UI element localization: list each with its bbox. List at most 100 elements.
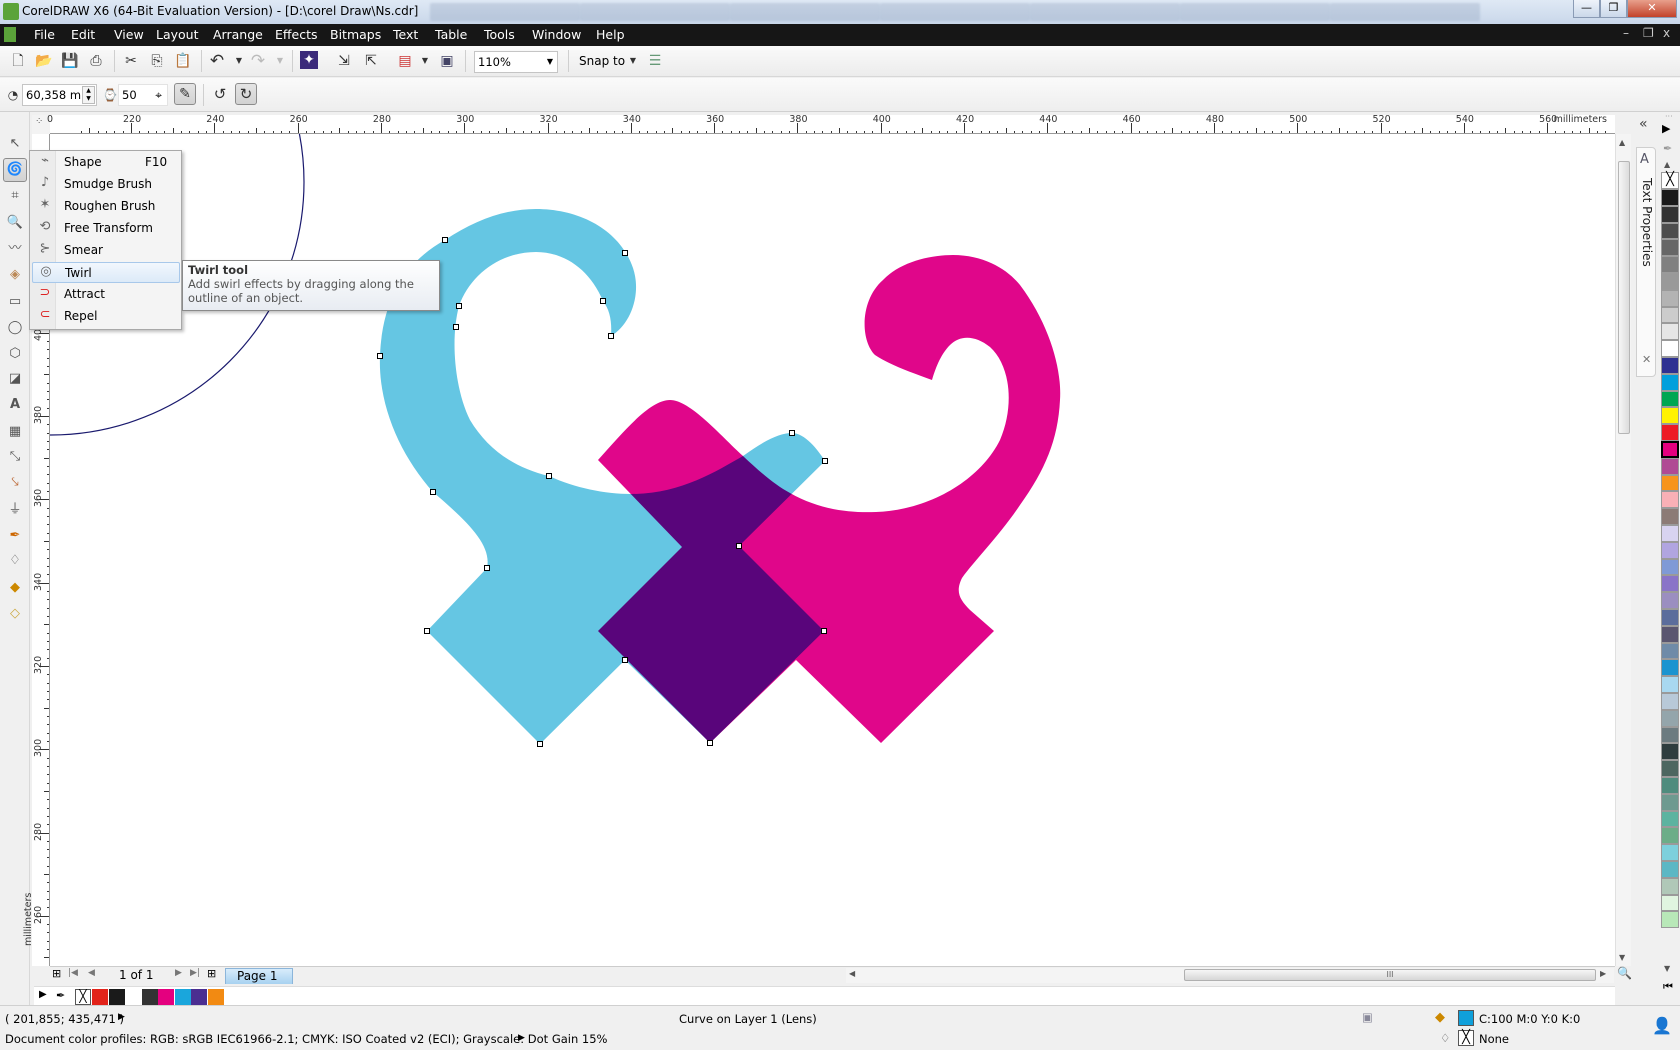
- add-page-before-icon[interactable]: ⊞: [52, 967, 61, 980]
- undo-icon[interactable]: ↶: [207, 51, 227, 71]
- palette-swatch[interactable]: [1661, 424, 1679, 441]
- drawing-canvas[interactable]: [50, 134, 1615, 966]
- scroll-up-icon[interactable]: ▲: [1619, 138, 1625, 147]
- export-icon[interactable]: ⇱: [361, 51, 381, 71]
- palette-swatch[interactable]: [1661, 726, 1679, 744]
- ellipse-tool-icon[interactable]: ◯: [5, 318, 25, 338]
- palette-swatch[interactable]: [1661, 861, 1679, 878]
- document-palette-swatch[interactable]: [108, 989, 125, 1005]
- flyout-item-free-transform[interactable]: ⟲ Free Transform: [32, 218, 180, 239]
- doc-close-icon[interactable]: x: [1663, 26, 1670, 40]
- vertical-scroll-thumb[interactable]: [1618, 161, 1630, 434]
- scroll-right-icon[interactable]: ▶: [1600, 969, 1606, 978]
- palette-swatch[interactable]: [1661, 558, 1679, 576]
- twirl-tool-icon[interactable]: 🌀: [3, 158, 27, 182]
- zoom-navigator-icon[interactable]: 🔍: [1617, 966, 1632, 980]
- color-proof-icon[interactable]: ▣: [1362, 1010, 1373, 1024]
- welcome-screen-icon[interactable]: ▣: [437, 51, 457, 71]
- zoom-level-select[interactable]: 110% ▼: [474, 51, 558, 73]
- palette-swatch[interactable]: [1661, 709, 1679, 727]
- menu-table[interactable]: Table: [435, 27, 467, 42]
- document-no-color-swatch[interactable]: ╳: [75, 989, 91, 1005]
- vertical-scrollbar[interactable]: ▲ ▼: [1615, 134, 1631, 966]
- palette-scroll-down-icon[interactable]: ▼: [1664, 964, 1670, 973]
- next-page-icon[interactable]: ▶: [175, 968, 182, 978]
- flyout-item-attract[interactable]: ⊃ Attract: [32, 284, 180, 305]
- palette-swatch[interactable]: [1661, 894, 1679, 912]
- counterclockwise-twirl-icon[interactable]: ↺: [210, 84, 230, 104]
- palette-swatch[interactable]: [1661, 743, 1679, 761]
- palette-swatch[interactable]: [1661, 306, 1679, 324]
- outline-pen-tool-icon[interactable]: ♢: [5, 551, 25, 571]
- doc-minimize-icon[interactable]: –: [1623, 26, 1629, 40]
- redo-icon[interactable]: ↷: [248, 51, 268, 71]
- palette-swatch[interactable]: [1661, 642, 1679, 660]
- crop-tool-icon[interactable]: ⌗: [5, 186, 25, 206]
- menu-tools[interactable]: Tools: [484, 27, 515, 42]
- palette-swatch[interactable]: [1661, 609, 1679, 626]
- flyout-item-roughen-brush[interactable]: ✶ Roughen Brush: [32, 196, 180, 217]
- palette-swatch[interactable]: [1661, 525, 1679, 542]
- no-color-swatch[interactable]: ╳: [1661, 172, 1679, 189]
- app-icon[interactable]: [4, 27, 16, 42]
- palette-swatch[interactable]: [1661, 407, 1679, 425]
- restore-button[interactable]: ❐: [1600, 0, 1627, 18]
- blend-tool-icon[interactable]: ⏚: [5, 500, 25, 520]
- palette-swatch[interactable]: [1661, 373, 1679, 391]
- twirl-speed-input[interactable]: 50 ⌖: [118, 84, 168, 106]
- table-tool-icon[interactable]: ▦: [5, 422, 25, 442]
- text-tool-icon[interactable]: A: [5, 395, 25, 415]
- palette-scroll-up-icon[interactable]: ▲: [1664, 160, 1670, 169]
- polygon-tool-icon[interactable]: ⬡: [5, 344, 25, 364]
- document-palette-swatch[interactable]: [141, 989, 158, 1005]
- document-palette-menu-icon[interactable]: ▶: [39, 989, 47, 1000]
- snap-to-button[interactable]: Snap to: [579, 54, 625, 68]
- palette-swatch[interactable]: [1661, 441, 1679, 458]
- basic-shapes-tool-icon[interactable]: ◪: [5, 369, 25, 389]
- palette-swatch[interactable]: [1661, 777, 1679, 794]
- freehand-tool-icon[interactable]: 〰: [5, 239, 25, 259]
- menu-file[interactable]: File: [34, 27, 55, 42]
- palette-swatch[interactable]: [1661, 592, 1679, 609]
- palette-swatch[interactable]: [1661, 827, 1679, 845]
- redo-dropdown-icon[interactable]: ▼: [270, 51, 290, 71]
- menu-bitmaps[interactable]: Bitmaps: [330, 27, 381, 42]
- doc-restore-icon[interactable]: ❐: [1643, 26, 1654, 40]
- open-icon[interactable]: 📂: [34, 51, 54, 71]
- pen-pressure-button[interactable]: ✎: [174, 83, 196, 105]
- document-palette-swatch[interactable]: [207, 989, 224, 1005]
- copy-icon[interactable]: ⎘: [147, 51, 167, 71]
- palette-swatch[interactable]: [1661, 239, 1679, 257]
- color-profiles-menu-icon[interactable]: ▶: [518, 1033, 525, 1043]
- scroll-down-icon[interactable]: ▼: [1619, 953, 1625, 962]
- smart-fill-tool-icon[interactable]: ◈: [5, 265, 25, 285]
- pick-tool-icon[interactable]: ↖: [5, 134, 25, 154]
- scroll-left-icon[interactable]: ◀: [849, 969, 855, 978]
- palette-swatch[interactable]: [1661, 760, 1679, 777]
- close-docker-button[interactable]: ✕: [1642, 353, 1651, 366]
- palette-swatch[interactable]: [1661, 911, 1679, 929]
- first-page-icon[interactable]: |◀: [68, 968, 78, 978]
- interactive-fill-tool-icon[interactable]: ◇: [5, 604, 25, 624]
- page-tab-1[interactable]: Page 1: [225, 968, 293, 984]
- palette-swatch[interactable]: [1661, 491, 1679, 509]
- user-account-icon[interactable]: 👤: [1652, 1016, 1672, 1035]
- close-button[interactable]: ✕: [1627, 0, 1677, 18]
- menu-arrange[interactable]: Arrange: [213, 27, 263, 42]
- snap-to-dropdown-icon[interactable]: ▼: [623, 51, 643, 71]
- outline-none-swatch[interactable]: ╳: [1458, 1030, 1474, 1046]
- flyout-item-shape[interactable]: ⌁ Shape F10: [32, 152, 180, 173]
- palette-swatch[interactable]: [1661, 844, 1679, 861]
- document-palette-swatch[interactable]: [191, 989, 207, 1005]
- palette-swatch[interactable]: [1661, 793, 1679, 811]
- menu-text[interactable]: Text: [393, 27, 418, 42]
- save-icon[interactable]: 💾: [60, 51, 80, 71]
- palette-swatch[interactable]: [1661, 222, 1679, 240]
- menu-layout[interactable]: Layout: [156, 27, 199, 42]
- previous-page-icon[interactable]: ◀: [88, 968, 95, 978]
- coordinates-menu-icon[interactable]: ▶: [118, 1012, 125, 1022]
- palette-swatch[interactable]: [1661, 625, 1679, 643]
- minimize-button[interactable]: —: [1573, 0, 1600, 18]
- palette-scroll-end-icon[interactable]: ⏮: [1663, 980, 1673, 994]
- flyout-item-smear[interactable]: ⊱ Smear: [32, 240, 180, 261]
